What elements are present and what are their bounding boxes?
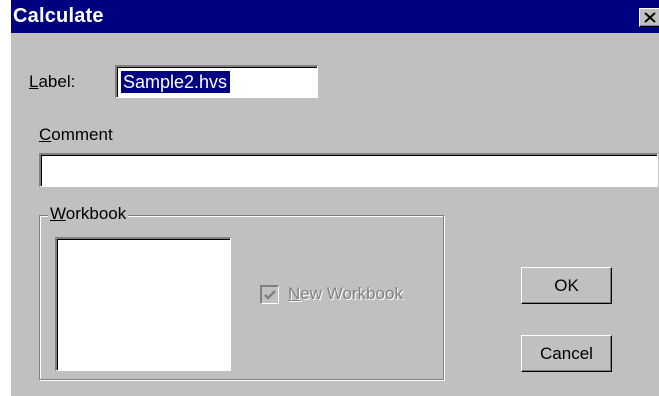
new-workbook-label: New Workbook — [288, 284, 403, 303]
label-input-value: Sample2.hvs — [119, 70, 232, 94]
label-field-label: Label: — [29, 72, 76, 91]
close-button[interactable] — [639, 8, 659, 27]
workbook-groupbox: Workbook New Workbook — [39, 204, 444, 380]
workbook-group-legend: Workbook — [48, 204, 129, 224]
dialog-title: Calculate — [13, 5, 104, 27]
cancel-button[interactable]: Cancel — [521, 335, 612, 372]
comment-input[interactable] — [39, 153, 658, 187]
label-input[interactable]: Sample2.hvs — [115, 65, 318, 98]
new-workbook-checkbox[interactable] — [260, 285, 279, 304]
comment-field-label: Comment — [39, 125, 113, 144]
workbook-list[interactable] — [55, 237, 231, 371]
checkmark-icon — [264, 290, 276, 300]
calculate-dialog: Calculate Label: Sample2.hvs Comment Wor… — [10, 0, 659, 396]
title-bar[interactable]: Calculate — [11, 0, 659, 33]
ok-button[interactable]: OK — [521, 267, 612, 304]
close-icon — [644, 12, 656, 23]
